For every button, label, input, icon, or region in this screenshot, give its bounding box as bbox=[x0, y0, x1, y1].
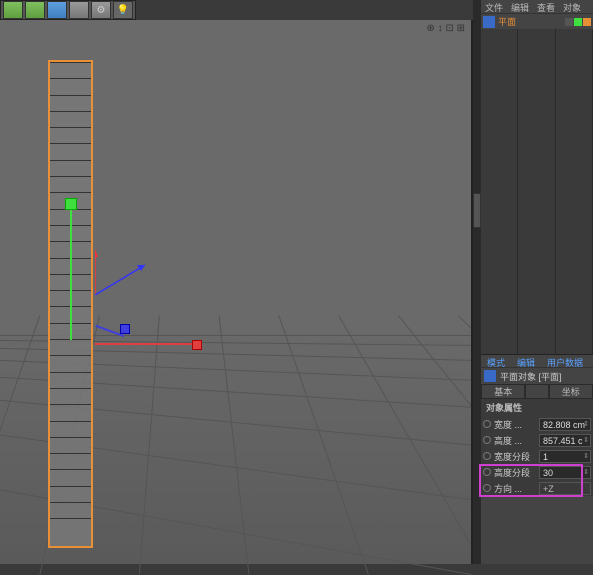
x-axis-handle[interactable] bbox=[192, 340, 202, 350]
label-orient: 方向 ... bbox=[494, 482, 539, 495]
options-btn[interactable]: ⚙ bbox=[91, 1, 111, 19]
attr-tabs: 基本 坐标 bbox=[481, 384, 593, 399]
label-height: 高度 ... bbox=[494, 434, 539, 447]
attr-mode[interactable]: 模式 bbox=[481, 355, 511, 367]
snap-btn[interactable] bbox=[47, 1, 67, 19]
plane-icon bbox=[483, 16, 495, 28]
attr-object-header: 平面对象 [平面] bbox=[481, 368, 593, 384]
prop-orient: 方向 ... +Z bbox=[481, 480, 593, 496]
object-manager-menu: 文件 编辑 查看 对象 bbox=[481, 0, 593, 14]
render-btn[interactable] bbox=[3, 1, 23, 19]
viewport[interactable]: ⊕ ↕ ⊡ ⊞ bbox=[0, 20, 473, 564]
right-panel: 文件 编辑 查看 对象 平面 模式 编辑 用户数据 平面对象 [平面] 基本 坐… bbox=[481, 0, 593, 564]
label-seg-h: 高度分段 bbox=[494, 466, 539, 479]
prop-seg-h: 高度分段 30⇕ bbox=[481, 464, 593, 480]
vertical-scrollbar[interactable] bbox=[473, 0, 481, 564]
anim-dot-icon[interactable] bbox=[483, 452, 491, 460]
x-axis-line bbox=[95, 343, 195, 345]
menu-edit[interactable]: 编辑 bbox=[507, 0, 533, 13]
anim-dot-icon[interactable] bbox=[483, 484, 491, 492]
render-settings-btn[interactable] bbox=[25, 1, 45, 19]
main-toolbar: ⚙ 💡 bbox=[0, 0, 136, 20]
input-width[interactable]: 82.808 cm⇕ bbox=[539, 418, 591, 431]
plane-icon bbox=[484, 370, 496, 382]
input-seg-h[interactable]: 30⇕ bbox=[539, 466, 591, 479]
lighting-btn[interactable]: 💡 bbox=[113, 1, 133, 19]
z-axis-handle[interactable] bbox=[120, 324, 130, 334]
object-manager-body bbox=[481, 29, 593, 354]
tab-spacer bbox=[525, 384, 548, 399]
menu-file[interactable]: 文件 bbox=[481, 0, 507, 13]
viewport-toolbar[interactable]: ⊕ ↕ ⊡ ⊞ bbox=[427, 23, 465, 34]
scrollbar-thumb[interactable] bbox=[473, 193, 481, 228]
menu-object[interactable]: 对象 bbox=[559, 0, 585, 13]
input-height[interactable]: 857.451 c⇕ bbox=[539, 434, 591, 447]
hud-axis-gizmo bbox=[95, 235, 155, 295]
section-title: 对象属性 bbox=[481, 399, 593, 416]
menu-view[interactable]: 查看 bbox=[533, 0, 559, 13]
attr-header-label: 平面对象 [平面] bbox=[500, 370, 562, 383]
select-orient[interactable]: +Z bbox=[539, 482, 591, 495]
prop-seg-w: 宽度分段 1⇕ bbox=[481, 448, 593, 464]
label-seg-w: 宽度分段 bbox=[494, 450, 539, 463]
anim-dot-icon[interactable] bbox=[483, 420, 491, 428]
tree-item-label: 平面 bbox=[498, 15, 516, 28]
prop-width: 宽度 ... 82.808 cm⇕ bbox=[481, 416, 593, 432]
prop-height: 高度 ... 857.451 c⇕ bbox=[481, 432, 593, 448]
render-vis-icon[interactable] bbox=[583, 18, 591, 26]
layer-dot[interactable] bbox=[565, 18, 573, 26]
label-width: 宽度 ... bbox=[494, 418, 539, 431]
attr-edit[interactable]: 编辑 bbox=[511, 355, 541, 367]
y-axis-line bbox=[70, 210, 72, 340]
editor-vis-icon[interactable] bbox=[574, 18, 582, 26]
workplane-btn[interactable] bbox=[69, 1, 89, 19]
tab-basic[interactable]: 基本 bbox=[481, 384, 525, 399]
attr-body: 对象属性 宽度 ... 82.808 cm⇕ 高度 ... 857.451 c⇕… bbox=[481, 399, 593, 496]
y-axis-handle[interactable] bbox=[65, 198, 77, 210]
tab-coord[interactable]: 坐标 bbox=[549, 384, 593, 399]
input-seg-w[interactable]: 1⇕ bbox=[539, 450, 591, 463]
attribute-manager-menu: 模式 编辑 用户数据 bbox=[481, 354, 593, 368]
object-tree-item[interactable]: 平面 bbox=[481, 14, 593, 29]
attr-userdata[interactable]: 用户数据 bbox=[541, 355, 589, 367]
anim-dot-icon[interactable] bbox=[483, 436, 491, 444]
anim-dot-icon[interactable] bbox=[483, 468, 491, 476]
